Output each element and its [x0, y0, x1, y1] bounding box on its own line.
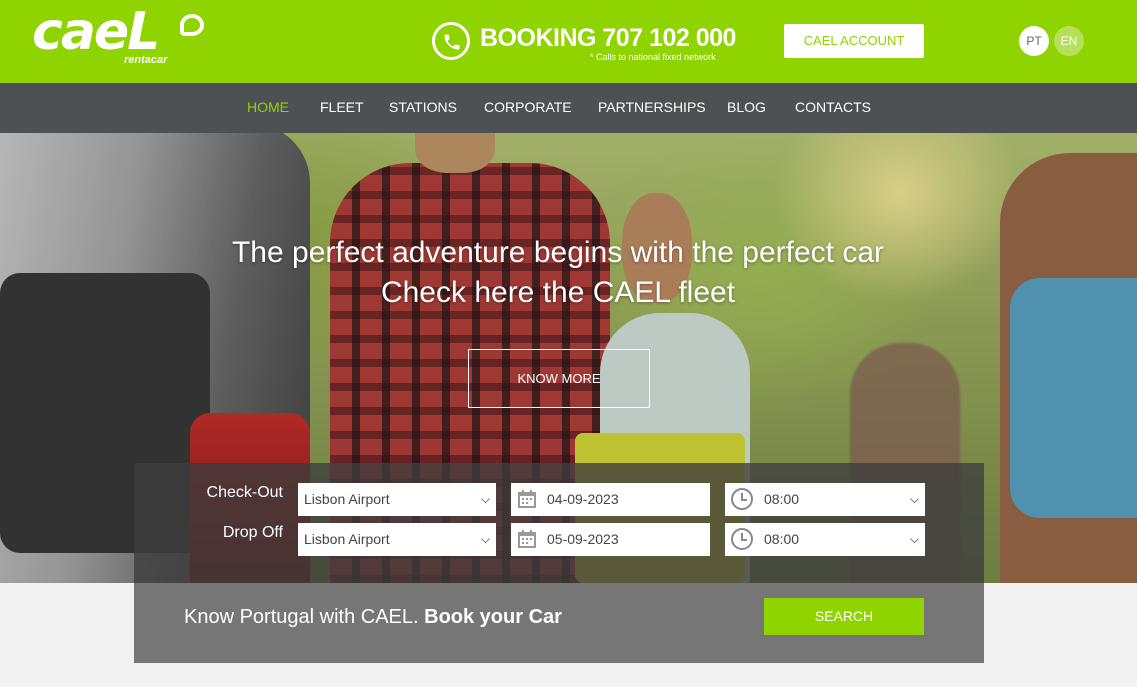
checkout-date-input[interactable]: 04-09-2023 — [511, 483, 710, 516]
nav-item-stations[interactable]: STATIONS — [389, 83, 457, 133]
language-pt-button[interactable]: PT — [1019, 26, 1049, 56]
chevron-down-icon: ⌵ — [480, 492, 490, 506]
hero-line-2: Check here the CAEL fleet — [380, 276, 736, 309]
tagline-text: Know Portugal with CAEL. — [184, 606, 425, 628]
dropoff-location-select[interactable]: Lisbon Airport ⌵ — [298, 523, 496, 556]
clock-icon — [731, 528, 753, 550]
chevron-down-icon: ⌵ — [909, 532, 919, 546]
chevron-down-icon: ⌵ — [480, 532, 490, 546]
dropoff-label: Drop Off — [222, 524, 283, 541]
logo-subtitle: rentacar — [124, 54, 168, 66]
top-bar: caeL rentacar BOOKING 707 102 000 * Call… — [0, 0, 1137, 83]
dropoff-date-value: 05-09-2023 — [547, 531, 619, 547]
search-button[interactable]: SEARCH — [764, 598, 924, 635]
cael-account-button[interactable]: CAEL ACCOUNT — [784, 24, 924, 58]
dropoff-time-value: 08:00 — [764, 531, 800, 547]
calendar-icon — [518, 490, 536, 508]
checkout-location-select[interactable]: Lisbon Airport ⌵ — [298, 483, 496, 516]
hero-line-1: The perfect adventure begins with the pe… — [231, 236, 885, 269]
booking-note: * Calls to national fixed network — [590, 52, 716, 62]
checkout-date-value: 04-09-2023 — [547, 491, 619, 507]
cael-logo[interactable]: caeL rentacar — [32, 2, 207, 72]
booking-number: BOOKING 707 102 000 — [480, 24, 736, 52]
calendar-icon — [518, 530, 536, 548]
clock-icon — [731, 488, 753, 510]
checkout-time-value: 08:00 — [764, 491, 800, 507]
logo-text: caeL — [32, 2, 160, 62]
language-en-button[interactable]: EN — [1054, 26, 1084, 56]
dropoff-location-value: Lisbon Airport — [304, 531, 390, 547]
nav-item-corporate[interactable]: CORPORATE — [484, 83, 572, 133]
dropoff-time-select[interactable]: 08:00 ⌵ — [725, 523, 925, 556]
checkout-label: Check-Out — [206, 484, 283, 501]
logo-badge-icon — [180, 14, 204, 36]
tagline-bold: Book your Car — [424, 606, 562, 628]
nav-item-partnerships[interactable]: PARTNERSHIPS — [598, 83, 706, 133]
know-more-button[interactable]: KNOW MORE — [468, 349, 650, 408]
checkout-time-select[interactable]: 08:00 ⌵ — [725, 483, 925, 516]
nav-item-blog[interactable]: BLOG — [727, 83, 766, 133]
dropoff-date-input[interactable]: 05-09-2023 — [511, 523, 710, 556]
checkout-location-value: Lisbon Airport — [304, 491, 390, 507]
nav-item-contacts[interactable]: CONTACTS — [795, 83, 871, 133]
nav-item-home[interactable]: HOME — [247, 83, 289, 133]
main-nav: HOME FLEET STATIONS CORPORATE PARTNERSHI… — [0, 83, 1137, 133]
nav-item-fleet[interactable]: FLEET — [320, 83, 364, 133]
chevron-down-icon: ⌵ — [909, 492, 919, 506]
booking-tagline: Know Portugal with CAEL. Book your Car — [184, 606, 562, 629]
hero-title: The perfect adventure begins with the pe… — [0, 233, 1116, 313]
phone-icon — [432, 22, 470, 60]
